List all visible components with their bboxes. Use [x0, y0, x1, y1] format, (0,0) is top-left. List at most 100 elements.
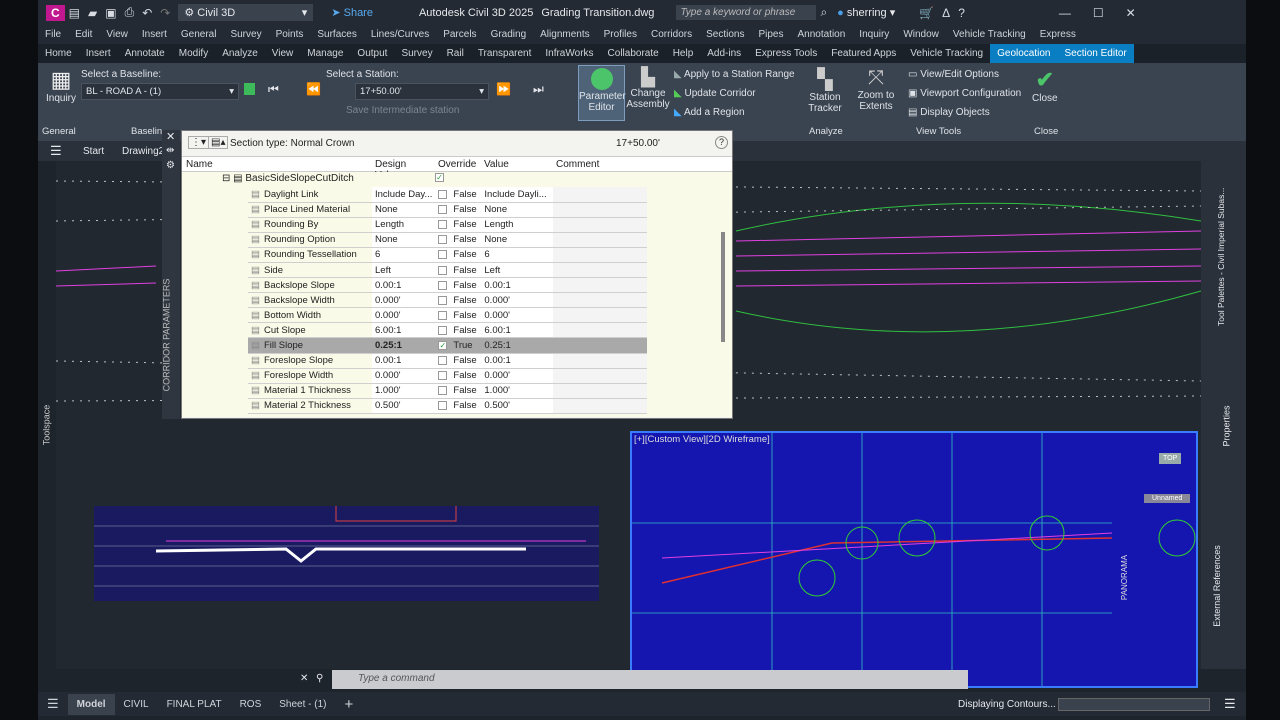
menu-sections[interactable]: Sections — [699, 29, 751, 40]
table-row[interactable]: ▤ Material 1 Thickness 1.000' False 1.000' — [248, 383, 648, 399]
help-icon[interactable]: ? — [715, 136, 728, 149]
table-row[interactable]: ▤ Foreslope Width 0.000' False 0.000' — [248, 368, 648, 384]
override-checkbox[interactable] — [438, 356, 448, 366]
tab-collaborate[interactable]: Collaborate — [601, 48, 666, 59]
command-close-icon[interactable]: ✕ — [300, 673, 308, 684]
save-icon[interactable]: ▣ — [105, 6, 116, 20]
tab-rail[interactable]: Rail — [440, 48, 471, 59]
override-checkbox[interactable] — [438, 235, 448, 245]
tab-insert[interactable]: Insert — [79, 48, 118, 59]
section-viewport[interactable]: [+][Custom View][2D Wireframe] TOP Unnam… — [630, 431, 1198, 688]
open-icon[interactable]: ▰ — [88, 6, 97, 20]
override-checkbox[interactable] — [438, 295, 448, 305]
table-row[interactable]: ▤ Side Left False Left — [248, 262, 648, 279]
customize-icon[interactable]: ⚲ — [316, 673, 323, 684]
column-header-override[interactable]: Override — [435, 157, 481, 171]
close-window-button[interactable]: ✕ — [1126, 6, 1136, 20]
column-header-value[interactable]: Value — [481, 157, 553, 171]
apply-station-range-button[interactable]: ◣ Apply to a Station Range — [674, 69, 795, 80]
minimize-button[interactable]: — — [1059, 6, 1071, 20]
properties-tab[interactable]: Properties — [1222, 405, 1232, 446]
external-references-tab[interactable]: External References — [1212, 545, 1222, 627]
save-intermediate-station[interactable]: Save Intermediate station — [346, 105, 459, 116]
tab-survey[interactable]: Survey — [394, 48, 439, 59]
tab-infraworks[interactable]: InfraWorks — [538, 48, 600, 59]
layout-tab-model[interactable]: Model — [67, 693, 115, 715]
menu-annotation[interactable]: Annotation — [790, 29, 852, 40]
tab-geolocation[interactable]: Geolocation — [990, 44, 1058, 63]
parameter-editor-button[interactable]: Parameter Editor — [578, 65, 626, 121]
menu-express[interactable]: Express — [1033, 29, 1083, 40]
table-row[interactable]: ▤ Cut Slope 6.00:1 False 6.00:1 — [248, 322, 648, 339]
column-header-name[interactable]: Name — [182, 157, 372, 171]
column-header-comment[interactable]: Comment — [553, 157, 643, 171]
tab-featured-apps[interactable]: Featured Apps — [824, 48, 903, 59]
group-row[interactable]: ⊟ ▤ BasicSideSlopeCutDitch ✓ — [182, 172, 732, 187]
menu-view[interactable]: View — [99, 29, 135, 40]
table-row[interactable]: ▤ Rounding Tessellation 6 False 6 — [248, 247, 648, 263]
tab-analyze[interactable]: Analyze — [215, 48, 265, 59]
override-checkbox[interactable] — [438, 386, 448, 396]
ucs-dropdown[interactable]: Unnamed — [1144, 494, 1191, 503]
override-checkbox[interactable] — [438, 401, 448, 411]
app-logo[interactable]: C — [46, 4, 65, 21]
override-checkbox[interactable] — [438, 250, 448, 260]
layout-tab-ros[interactable]: ROS — [231, 699, 271, 710]
menu-corridors[interactable]: Corridors — [644, 29, 699, 40]
scrollbar[interactable] — [721, 232, 725, 342]
maximize-button[interactable]: ☐ — [1093, 6, 1104, 20]
update-corridor-button[interactable]: ◣ Update Corridor — [674, 88, 756, 99]
tab-modify[interactable]: Modify — [172, 48, 215, 59]
change-assembly-button[interactable]: ▙ Change Assembly — [626, 67, 670, 110]
viewport-configuration-button[interactable]: ▣ Viewport Configuration — [908, 88, 1021, 99]
comment-cell[interactable] — [553, 292, 648, 309]
comment-cell[interactable] — [553, 262, 648, 279]
first-station-icon[interactable]: ⏮ — [268, 82, 279, 97]
override-checkbox[interactable]: ✓ — [438, 340, 448, 350]
add-region-button[interactable]: ◣ Add a Region — [674, 107, 745, 118]
auto-hide-icon[interactable]: ⇹ — [166, 145, 174, 156]
help-icon[interactable]: ? — [958, 6, 965, 20]
comment-cell[interactable] — [553, 232, 648, 248]
tab-express-tools[interactable]: Express Tools — [748, 48, 824, 59]
tab-vehicle-tracking[interactable]: Vehicle Tracking — [903, 48, 990, 59]
view-edit-options-button[interactable]: ▭ View/Edit Options — [908, 69, 999, 80]
comment-cell[interactable] — [553, 322, 648, 339]
toolspace-tab[interactable]: Toolspace — [41, 405, 51, 446]
viewcube-top[interactable]: TOP — [1159, 453, 1182, 464]
menu-file[interactable]: File — [38, 29, 68, 40]
properties-icon[interactable]: ⚙ — [166, 160, 175, 171]
tab-annotate[interactable]: Annotate — [118, 48, 172, 59]
comment-cell[interactable] — [553, 277, 648, 294]
menu-inquiry[interactable]: Inquiry — [852, 29, 896, 40]
layout-tab-final-plat[interactable]: FINAL PLAT — [158, 699, 231, 710]
override-checkbox[interactable] — [438, 280, 448, 290]
table-row[interactable]: ▤ Place Lined Material None False None — [248, 202, 648, 218]
tab-home[interactable]: Home — [38, 48, 79, 59]
menu-points[interactable]: Points — [269, 29, 311, 40]
override-checkbox[interactable] — [438, 310, 448, 320]
menu-pipes[interactable]: Pipes — [751, 29, 790, 40]
share-button[interactable]: ➤ Share — [331, 6, 373, 19]
tab-drawing2[interactable]: Drawing2 — [122, 146, 164, 157]
close-palette-icon[interactable]: ✕ — [166, 130, 175, 143]
tab-section-editor[interactable]: Section Editor — [1057, 44, 1134, 63]
baseline-dropdown[interactable]: BL - ROAD A - (1) ▾ — [81, 83, 239, 100]
status-menu-icon[interactable]: ☰ — [38, 696, 68, 712]
layout-tab-sheet-1-[interactable]: Sheet - (1) — [270, 699, 335, 710]
previous-station-icon[interactable]: ⏪ — [306, 82, 321, 96]
status-customize-icon[interactable]: ☰ — [1224, 696, 1236, 712]
table-row[interactable]: ▤ Rounding By Length False Length — [248, 217, 648, 233]
menu-profiles[interactable]: Profiles — [597, 29, 644, 40]
collapse-icon[interactable]: ▤▴ — [208, 136, 229, 149]
next-station-icon[interactable]: ⏩ — [496, 82, 511, 96]
pick-baseline-icon[interactable] — [244, 83, 255, 95]
tab-start[interactable]: Start — [83, 146, 104, 157]
override-checkbox[interactable] — [438, 220, 448, 230]
workspace-dropdown[interactable]: ⚙ Civil 3D ▾ — [178, 4, 314, 21]
comment-cell[interactable] — [553, 202, 648, 218]
override-checkbox[interactable] — [438, 265, 448, 275]
tab-output[interactable]: Output — [350, 48, 394, 59]
search-input[interactable]: Type a keyword or phrase — [676, 5, 817, 20]
cart-icon[interactable]: 🛒 — [919, 6, 934, 20]
